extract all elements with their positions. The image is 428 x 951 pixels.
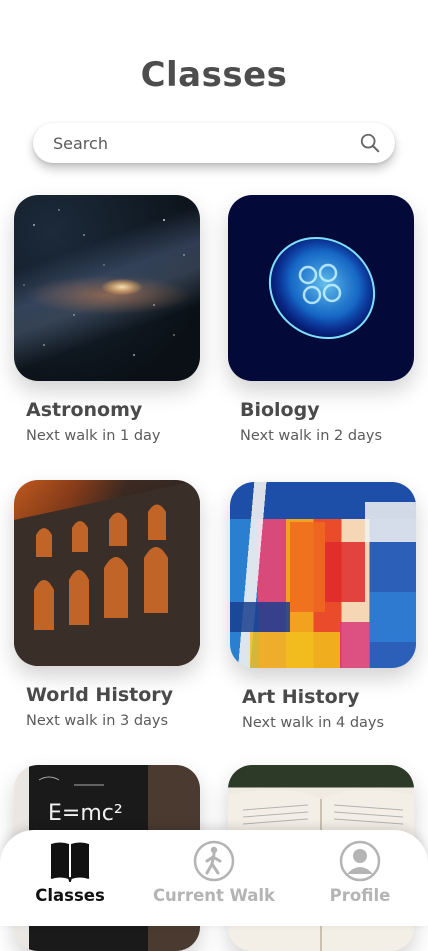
class-card-art-history[interactable]: Art History Next walk in 4 days	[230, 482, 416, 731]
class-next-walk: Next walk in 1 day	[26, 428, 161, 444]
class-card-world-history[interactable]: World History Next walk in 3 days	[14, 480, 200, 729]
jellyfish-graphic	[268, 236, 376, 340]
abstract-paint-graphic	[230, 502, 416, 668]
walking-person-icon	[193, 840, 235, 882]
art-history-image[interactable]	[230, 482, 416, 668]
search-bar[interactable]	[33, 123, 395, 163]
tab-classes[interactable]: Classes	[0, 840, 140, 905]
class-card-biology[interactable]: Biology Next walk in 2 days	[228, 195, 414, 444]
biology-image[interactable]	[228, 195, 414, 381]
profile-icon	[339, 840, 381, 882]
class-next-walk: Next walk in 2 days	[240, 428, 383, 444]
class-title: Biology	[240, 399, 320, 421]
board-equation: E=mc²	[48, 801, 123, 826]
class-next-walk: Next walk in 3 days	[26, 713, 169, 729]
bottom-tab-bar: Classes Current Walk Profile	[0, 830, 428, 926]
astronomy-image[interactable]	[14, 195, 200, 381]
search-input[interactable]	[51, 132, 359, 154]
tab-label: Classes	[35, 886, 105, 905]
class-card-astronomy[interactable]: Astronomy Next walk in 1 day	[14, 195, 200, 444]
class-title: World History	[26, 684, 174, 706]
colosseum-graphic	[14, 480, 200, 666]
tab-label: Current Walk	[152, 886, 276, 905]
search-icon[interactable]	[359, 132, 381, 154]
class-next-walk: Next walk in 4 days	[242, 715, 385, 731]
page-title: Classes	[140, 55, 288, 95]
starfield-graphic	[23, 209, 185, 356]
book-icon	[50, 842, 90, 882]
tab-label: Profile	[329, 886, 391, 905]
class-title: Astronomy	[26, 399, 143, 421]
tab-profile[interactable]: Profile	[290, 840, 428, 905]
class-title: Art History	[242, 686, 360, 708]
world-history-image[interactable]	[14, 480, 200, 666]
tab-current-walk[interactable]: Current Walk	[144, 840, 284, 905]
